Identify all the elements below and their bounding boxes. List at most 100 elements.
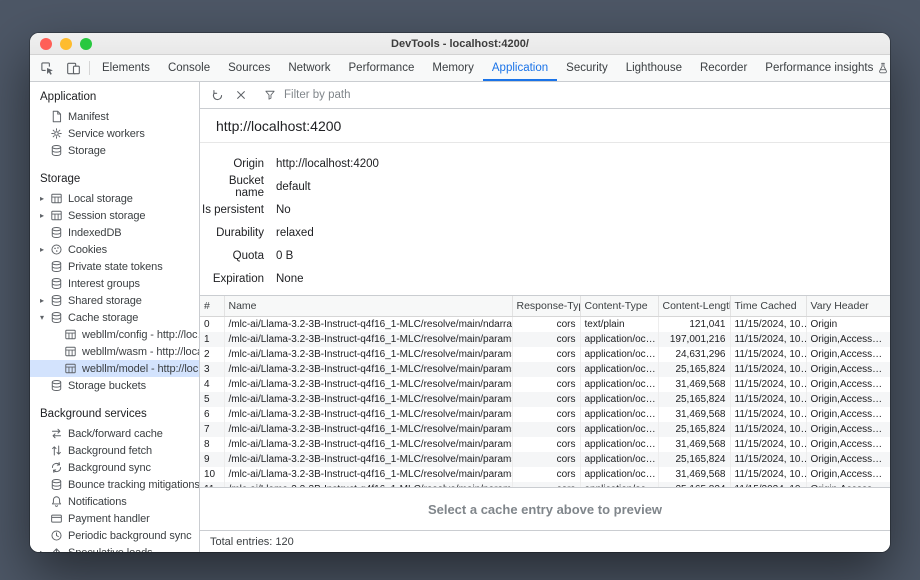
expander-collapsed-icon[interactable]: ▸ — [36, 211, 48, 220]
bell-icon — [48, 495, 64, 508]
table-icon — [62, 328, 78, 341]
cell-vary-header: Origin — [806, 316, 890, 332]
tab-application[interactable]: Application — [483, 55, 557, 81]
cell-content-length: 25,165,824 — [658, 392, 730, 407]
column-header-content-type[interactable]: Content-Type — [580, 296, 658, 316]
sidebar-item-payment-handler[interactable]: Payment handler — [30, 510, 199, 527]
sidebar-item-cookies[interactable]: ▸Cookies — [30, 241, 199, 258]
tab-console[interactable]: Console — [159, 55, 219, 81]
cell-response-type: cors — [512, 422, 580, 437]
cell-response-type: cors — [512, 316, 580, 332]
sidebar-item-background-fetch[interactable]: Background fetch — [30, 442, 199, 459]
cache-entry-row[interactable]: 4/mlc-ai/Llama-3.2-3B-Instruct-q4f16_1-M… — [200, 377, 890, 392]
cell-vary-header: Origin,Access… — [806, 437, 890, 452]
sidebar-item-service-workers[interactable]: Service workers — [30, 125, 199, 142]
filter-funnel-icon — [264, 89, 276, 101]
delete-selected-button[interactable] — [229, 83, 253, 107]
sidebar-item-periodic-background-sync[interactable]: Periodic background sync — [30, 527, 199, 544]
device-toolbar-icon — [66, 61, 81, 76]
cell-content-length: 31,469,568 — [658, 467, 730, 482]
cell-vary-header: Origin,Access… — [806, 467, 890, 482]
cache-entry-row[interactable]: 2/mlc-ai/Llama-3.2-3B-Instruct-q4f16_1-M… — [200, 347, 890, 362]
sidebar-item-storage-buckets[interactable]: Storage buckets — [30, 377, 199, 394]
database-icon — [48, 277, 64, 290]
device-toolbar-button[interactable] — [60, 55, 86, 81]
sidebar-item-label: Background fetch — [64, 445, 152, 457]
cache-entry-row[interactable]: 6/mlc-ai/Llama-3.2-3B-Instruct-q4f16_1-M… — [200, 407, 890, 422]
cache-entry-row[interactable]: 8/mlc-ai/Llama-3.2-3B-Instruct-q4f16_1-M… — [200, 437, 890, 452]
cell-name: /mlc-ai/Llama-3.2-3B-Instruct-q4f16_1-ML… — [224, 407, 512, 422]
expander-collapsed-icon[interactable]: ▸ — [36, 245, 48, 254]
tab-memory[interactable]: Memory — [423, 55, 483, 81]
expander-expanded-icon[interactable]: ▾ — [36, 313, 48, 322]
sidebar-item-background-sync[interactable]: Background sync — [30, 459, 199, 476]
cache-entry-row[interactable]: 1/mlc-ai/Llama-3.2-3B-Instruct-q4f16_1-M… — [200, 332, 890, 347]
sidebar-item-session-storage[interactable]: ▸Session storage — [30, 207, 199, 224]
column-header-content-length[interactable]: Content-Length — [658, 296, 730, 316]
sidebar-item-cache-storage[interactable]: ▾Cache storage — [30, 309, 199, 326]
sidebar-item-indexeddb[interactable]: IndexedDB — [30, 224, 199, 241]
cell-vary-header: Origin,Access… — [806, 377, 890, 392]
sidebar-item-storage[interactable]: Storage — [30, 142, 199, 159]
database-icon — [48, 294, 64, 307]
sidebar-item-label: Service workers — [64, 128, 145, 140]
sidebar-item-webllm-model-http-loc[interactable]: webllm/model - http://loc… — [30, 360, 199, 377]
cell-vary-header: Origin,Access… — [806, 347, 890, 362]
refresh-button[interactable] — [205, 83, 229, 107]
cache-entry-row[interactable]: 3/mlc-ai/Llama-3.2-3B-Instruct-q4f16_1-M… — [200, 362, 890, 377]
sidebar-item-private-state-tokens[interactable]: Private state tokens — [30, 258, 199, 275]
metadata-row: Originhttp://localhost:4200 — [200, 152, 890, 175]
sidebar-item-bounce-tracking-mitigations[interactable]: Bounce tracking mitigations — [30, 476, 199, 493]
inspect-element-button[interactable] — [34, 55, 60, 81]
sidebar-item-back-forward-cache[interactable]: Back/forward cache — [30, 425, 199, 442]
sidebar-item-interest-groups[interactable]: Interest groups — [30, 275, 199, 292]
metadata-key: Origin — [200, 158, 264, 170]
cache-entry-row[interactable]: 5/mlc-ai/Llama-3.2-3B-Instruct-q4f16_1-M… — [200, 392, 890, 407]
expander-collapsed-icon[interactable]: ▸ — [36, 194, 48, 203]
expander-collapsed-icon[interactable]: ▸ — [36, 296, 48, 305]
sidebar-item-label: Notifications — [64, 496, 127, 508]
tab-security[interactable]: Security — [557, 55, 617, 81]
cell-response-type: cors — [512, 362, 580, 377]
cell-time-cached: 11/15/2024, 10… — [730, 316, 806, 332]
sidebar-item-webllm-config-http-loc[interactable]: webllm/config - http://loc… — [30, 326, 199, 343]
tab-lighthouse[interactable]: Lighthouse — [617, 55, 691, 81]
column-header-index[interactable]: # — [200, 296, 224, 316]
tab-performance[interactable]: Performance — [340, 55, 424, 81]
sidebar-item-label: webllm/model - http://loc… — [78, 363, 199, 375]
zoom-button[interactable] — [80, 38, 92, 50]
cell-response-type: cors — [512, 347, 580, 362]
tab-sources[interactable]: Sources — [219, 55, 279, 81]
filter-input[interactable] — [282, 88, 502, 102]
cell-content-type: application/oc… — [580, 362, 658, 377]
metadata-row: Is persistentNo — [200, 198, 890, 221]
sidebar-item-local-storage[interactable]: ▸Local storage — [30, 190, 199, 207]
cache-entry-row[interactable]: 9/mlc-ai/Llama-3.2-3B-Instruct-q4f16_1-M… — [200, 452, 890, 467]
tab-network[interactable]: Network — [279, 55, 339, 81]
sidebar-item-label: Payment handler — [64, 513, 150, 525]
tab-performance-insights[interactable]: Performance insights — [756, 55, 890, 81]
column-header-time-cached[interactable]: Time Cached — [730, 296, 806, 316]
tab-recorder[interactable]: Recorder — [691, 55, 756, 81]
close-button[interactable] — [40, 38, 52, 50]
tab-label: Sources — [228, 62, 270, 74]
cache-toolbar — [200, 82, 890, 109]
tab-elements[interactable]: Elements — [93, 55, 159, 81]
expander-collapsed-icon[interactable]: ▸ — [36, 548, 48, 552]
sidebar-item-label: Background sync — [64, 462, 151, 474]
column-header-response-type[interactable]: Response-Type — [512, 296, 580, 316]
column-header-vary-header[interactable]: Vary Header — [806, 296, 890, 316]
cache-entry-row[interactable]: 7/mlc-ai/Llama-3.2-3B-Instruct-q4f16_1-M… — [200, 422, 890, 437]
sidebar-item-speculative-loads[interactable]: ▸Speculative loads — [30, 544, 199, 552]
sidebar-item-label: Bounce tracking mitigations — [64, 479, 199, 491]
sidebar-item-notifications[interactable]: Notifications — [30, 493, 199, 510]
sidebar-item-shared-storage[interactable]: ▸Shared storage — [30, 292, 199, 309]
cell-vary-header: Origin,Access… — [806, 407, 890, 422]
sidebar-item-manifest[interactable]: Manifest — [30, 108, 199, 125]
column-header-name[interactable]: Name — [224, 296, 512, 316]
sidebar-item-webllm-wasm-http-loca[interactable]: webllm/wasm - http://loca… — [30, 343, 199, 360]
minimize-button[interactable] — [60, 38, 72, 50]
cache-entry-row[interactable]: 10/mlc-ai/Llama-3.2-3B-Instruct-q4f16_1-… — [200, 467, 890, 482]
cell-index: 9 — [200, 452, 224, 467]
cache-entry-row[interactable]: 0/mlc-ai/Llama-3.2-3B-Instruct-q4f16_1-M… — [200, 316, 890, 332]
